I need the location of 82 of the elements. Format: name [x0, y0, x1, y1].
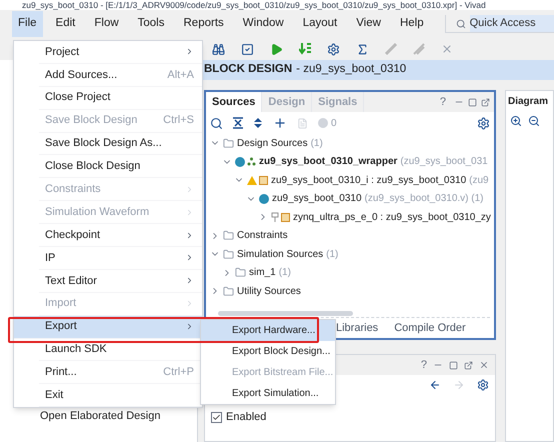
settings-icon[interactable] [327, 42, 340, 56]
panel-tab[interactable]: Compile Order [394, 320, 466, 336]
quick-access-field[interactable]: Quick Access [444, 15, 554, 33]
tree-item-detail: (1) [310, 136, 323, 151]
expand-all-icon[interactable] [253, 117, 263, 129]
quick-access-input[interactable]: Quick Access [470, 15, 554, 32]
maximize-icon[interactable] [449, 360, 458, 370]
menu-item[interactable]: View [350, 11, 387, 37]
enabled-checkbox[interactable] [211, 412, 222, 423]
block-icon [259, 176, 268, 185]
warning-icon [247, 176, 257, 185]
hierarchy-icon [247, 157, 256, 166]
tree-item-label[interactable]: zu9_sys_boot_0310 [272, 191, 362, 206]
tree-item-label[interactable]: sim_1 [249, 265, 276, 280]
menu-entry[interactable]: Save Block Design As... [39, 132, 202, 156]
folder-icon [223, 286, 234, 297]
tree-item-label[interactable]: Simulation Sources [237, 246, 324, 262]
binoculars-icon[interactable] [212, 42, 225, 56]
folder-icon [223, 248, 234, 260]
checkbox-label: Enabled [226, 410, 266, 425]
menu-entry[interactable]: Export Block Design... [226, 341, 335, 362]
back-icon[interactable] [429, 379, 441, 391]
header-name: - zu9_sys_boot_0310 [296, 62, 406, 78]
folder-icon [223, 138, 234, 149]
window-title: zu9_sys_boot_0310 - [E:/1/1/3_ADRV9009/code/zu9_sys_boot_0310/zu9_sys_boot_0310/zu9_sys_boot_0310.xpr] - Vivad [21, 0, 486, 10]
menu-item[interactable]: Reports [178, 11, 230, 37]
menu-item[interactable]: Window [236, 11, 290, 37]
tree-item-label[interactable]: Design Sources [237, 136, 308, 151]
flow-step[interactable]: Open Elaborated Design [40, 408, 197, 424]
menu-entry[interactable]: Close Project [39, 86, 202, 110]
float-icon[interactable] [464, 360, 473, 370]
menu-entry[interactable]: Project [39, 41, 202, 64]
menu-entry[interactable]: Text Editor [39, 270, 202, 293]
issue-count: 0 [331, 116, 337, 130]
tree-item-label[interactable]: zynq_ultra_ps_e_0 : zu9_sys_boot_0310_zy [293, 210, 491, 225]
menu-item[interactable]: File [12, 11, 43, 37]
checkbox-icon[interactable] [241, 42, 254, 56]
search-icon [456, 18, 466, 28]
zoom-out-icon[interactable] [528, 115, 540, 127]
tree-item-detail: (zu9_sys_boot_031 [400, 155, 488, 170]
add-icon[interactable] [273, 116, 287, 130]
tree-item-label[interactable]: zu9_sys_boot_0310_wrapper [259, 154, 398, 170]
tree-item-label[interactable]: zu9_sys_boot_0310_i : zu9_sys_boot_0310 [271, 172, 466, 188]
run-icon[interactable] [270, 42, 283, 56]
menu-item[interactable]: Edit [50, 11, 82, 37]
menu-entry[interactable]: Export Hardware... [201, 320, 335, 341]
header-title: BLOCK DESIGN [204, 62, 292, 78]
tree-item-detail: (zu9_sys_boot_0310.v) (1) [364, 192, 484, 206]
maximize-icon[interactable] [468, 98, 477, 106]
menu-item[interactable]: Tools [132, 11, 170, 37]
tree-item-detail: (1) [278, 266, 291, 280]
download-icon[interactable] [299, 42, 311, 56]
menu-entry[interactable]: Add Sources... Alt+A [39, 64, 202, 87]
folder-icon [235, 267, 246, 278]
settings-icon[interactable] [477, 116, 490, 130]
menu-item[interactable]: Layout [296, 11, 344, 37]
menu-entry[interactable]: Export Simulation... [226, 383, 335, 404]
search-icon[interactable] [210, 116, 223, 130]
menu-item[interactable]: Flow [88, 11, 125, 37]
block-icon [281, 212, 290, 222]
pin-icon [271, 212, 279, 222]
tree-item-detail: (1) [326, 248, 338, 262]
float-icon[interactable] [481, 98, 490, 106]
tree-item-detail: (zu9 [469, 174, 489, 188]
collapse-all-icon[interactable] [233, 117, 243, 129]
tree-item-label[interactable]: Constraints [237, 228, 288, 244]
menu-entry[interactable]: IP [39, 247, 202, 270]
settings-icon[interactable] [477, 379, 489, 391]
help-icon[interactable]: ? [420, 356, 427, 374]
folder-icon [223, 230, 234, 242]
help-icon[interactable]: ? [440, 94, 446, 110]
menu-entry[interactable]: Close Block Design [39, 155, 202, 178]
zoom-in-icon[interactable] [510, 115, 522, 127]
menu-item[interactable]: Help [394, 11, 430, 37]
panel-tab[interactable]: Sources [206, 92, 262, 112]
sigma-icon[interactable] [356, 42, 369, 56]
panel-title[interactable]: Diagram [508, 94, 548, 108]
close-icon[interactable] [441, 43, 453, 55]
tree-item-label[interactable]: Utility Sources [237, 284, 301, 299]
close-icon[interactable] [479, 360, 489, 370]
panel-tab[interactable]: Libraries [336, 320, 378, 336]
menu-entry[interactable]: Checkpoint [39, 224, 202, 248]
